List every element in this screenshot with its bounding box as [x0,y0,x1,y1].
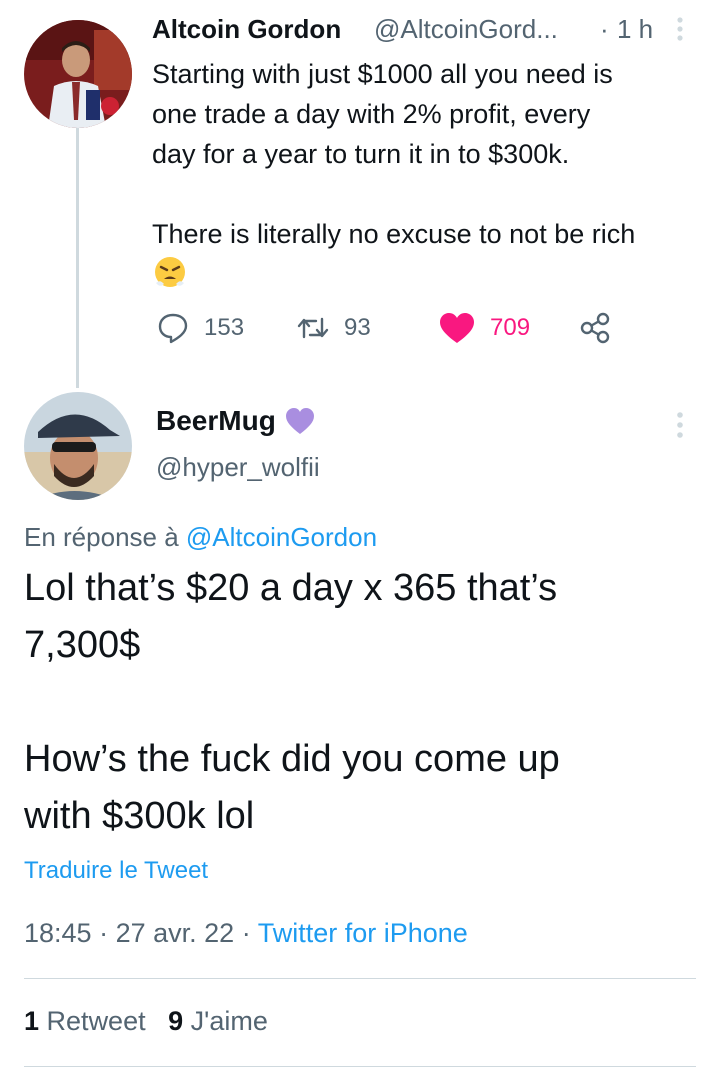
likes-stat[interactable]: 9 J'aime [168,1006,268,1036]
reply-author-name[interactable]: BeerMug [156,405,316,437]
reply-author-handle[interactable]: @hyper_wolfii [156,452,320,483]
parent-separator: · [600,14,609,44]
tweet-meta: 18:45 · 27 avr. 22 · Twitter for iPhone [24,918,468,949]
tweet-source-link[interactable]: Twitter for iPhone [258,918,468,948]
like-button[interactable]: 709 [438,310,530,346]
beermug-avatar[interactable] [24,392,132,500]
meta-separator-2: · [241,918,251,948]
purple-heart-icon [284,406,316,436]
retweet-stat-label: Retweet [46,1006,146,1036]
like-stat-label: J'aime [190,1006,268,1036]
replying-to: En réponse à @AltcoinGordon [24,522,377,553]
parent-tweet-text: Starting with just $1000 all you need is… [152,59,636,249]
retweet-count: 93 [344,314,371,341]
triumph-face-emoji-icon [152,253,188,289]
tweet-time[interactable]: 18:45 [24,918,92,948]
retweet-icon [296,311,330,345]
thread-line [76,126,79,388]
translate-tweet-link[interactable]: Traduire le Tweet [24,857,208,885]
stats-divider-top [24,978,696,979]
reply-author-name-text: BeerMug [156,405,276,436]
retweet-button[interactable]: 93 [296,310,371,346]
tweet-date[interactable]: 27 avr. 22 [116,918,235,948]
parent-author-handle[interactable]: @AltcoinGord... [374,14,558,45]
reply-tweet-text: Lol that’s $20 a day x 365 that’s 7,300$… [24,567,560,837]
altcoin-gordon-avatar[interactable] [24,20,132,128]
heart-filled-icon [438,311,476,345]
share-icon [578,311,612,345]
stats-divider-bottom [24,1066,696,1067]
reply-button[interactable]: 153 [156,310,244,346]
tweet-stats: 1 Retweet 9 J'aime [24,1006,268,1037]
retweets-stat[interactable]: 1 Retweet [24,1006,146,1036]
reply-more-icon[interactable] [670,408,690,442]
replying-to-link[interactable]: @AltcoinGordon [186,522,377,552]
reply-count: 153 [204,314,245,341]
parent-author-name[interactable]: Altcoin Gordon [152,14,341,45]
like-count: 709 [490,314,531,341]
parent-timestamp[interactable]: 1 h [617,14,653,45]
parent-more-icon[interactable] [672,14,688,44]
meta-separator-1: · [99,918,109,948]
like-stat-count: 9 [168,1006,184,1036]
share-button[interactable] [578,310,626,346]
reply-icon [156,311,190,345]
retweet-stat-count: 1 [24,1006,40,1036]
replying-prefix: En réponse à [24,522,179,552]
